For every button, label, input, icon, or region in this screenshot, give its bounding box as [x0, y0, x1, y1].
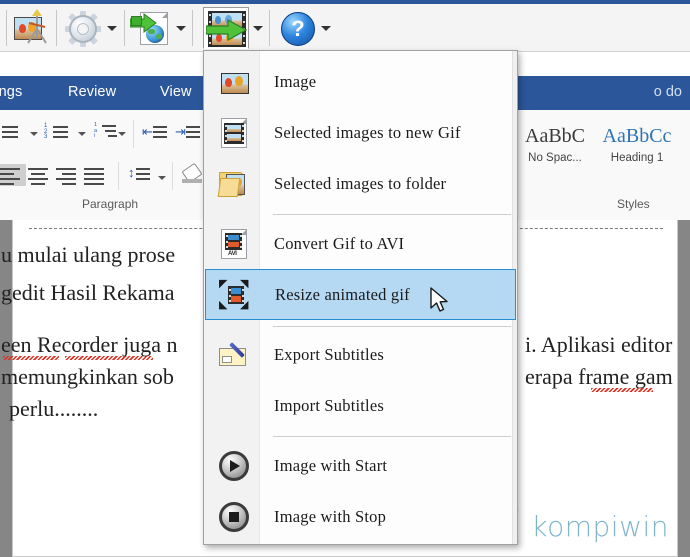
menu-item-label: Image with Start [274, 455, 388, 475]
divider [269, 10, 270, 46]
document-text-line: gedit Hasil Rekama [1, 280, 175, 305]
avi-label: AVI [228, 250, 237, 257]
watermark-text: kompiwin [531, 509, 669, 543]
style-heading-1[interactable]: AaBbCс Heading 1 [600, 122, 674, 178]
help-chevron-down-icon[interactable] [321, 26, 331, 31]
ribbon-group-label-paragraph: Paragraph [82, 197, 139, 211]
divider [192, 10, 193, 46]
publish-to-web-button[interactable] [130, 7, 174, 49]
ribbon-tab-view[interactable]: View [160, 84, 192, 100]
style-preview-text: AaBbC [525, 125, 585, 147]
spellcheck-squiggle [591, 388, 653, 392]
menu-item-selected-images-to-folder[interactable]: Selected images to folder [205, 158, 516, 209]
resize-handle-nw-icon: ◤ [219, 276, 228, 290]
ribbon-tab-review[interactable]: Review [68, 84, 116, 100]
document-text-line: perlu........ [9, 396, 99, 421]
settings-button[interactable] [62, 7, 106, 49]
gear-icon [65, 11, 101, 47]
avi-page-icon: AVI [218, 228, 250, 260]
export-gif-dropdown-menu[interactable]: Image Selected images to new Gif Selecte… [203, 50, 518, 545]
settings-chevron-down-icon[interactable] [107, 26, 117, 31]
easel-stand-icon [27, 9, 47, 44]
divider [133, 120, 134, 148]
bars-icon [131, 16, 142, 26]
ribbon-tab-mailings[interactable]: lings [0, 84, 22, 100]
bullet-list-chevron-down-icon[interactable] [30, 132, 38, 136]
menu-separator [273, 214, 511, 215]
divider [56, 10, 57, 46]
menu-item-label: Image with Stop [274, 506, 387, 526]
document-text-line: i. Aplikasi editor [525, 332, 673, 357]
spellcheck-squiggle [3, 356, 59, 360]
menu-item-label: Selected images to folder [274, 173, 447, 193]
resize-handle-ne-icon: ◥ [240, 276, 249, 290]
document-text-line: een Recorder juga n [1, 332, 178, 357]
menu-item-selected-images-to-new-gif[interactable]: Selected images to new Gif [205, 107, 516, 158]
divider [6, 10, 7, 46]
menu-item-image[interactable]: Image [205, 56, 516, 107]
menu-item-image-with-stop[interactable]: Image with Stop [205, 491, 516, 542]
menu-item-import-subtitles[interactable]: Import Subtitles [205, 380, 516, 431]
subtitle-edit-icon [218, 339, 250, 371]
multilevel-list-chevron-down-icon[interactable] [118, 132, 126, 136]
question-mark-icon: ? [281, 12, 315, 46]
menu-item-label: Convert Gif to AVI [274, 233, 405, 253]
menu-separator [273, 436, 511, 437]
menu-item-label: Image [274, 71, 317, 91]
menu-item-image-with-start[interactable]: Image with Start [205, 440, 516, 491]
green-arrow-icon [206, 18, 248, 42]
publish-chevron-down-icon[interactable] [176, 26, 186, 31]
film-page-icon [218, 117, 250, 149]
style-no-spacing[interactable]: AaBbC No Spac... [518, 122, 592, 178]
folder-image-icon [217, 168, 250, 200]
tell-me-box[interactable]: o do [654, 84, 682, 100]
document-text-line: erapa frame gam [525, 364, 673, 389]
play-circle-icon [218, 450, 250, 482]
export-gif-button[interactable] [203, 7, 249, 49]
resize-handle-se-icon: ◢ [240, 297, 249, 311]
menu-separator [273, 326, 511, 327]
spellcheck-squiggle [65, 356, 153, 360]
resize-gif-icon: ◤ ◥ ◣ ◢ [219, 276, 251, 311]
divider [172, 162, 173, 190]
menu-item-resize-animated-gif[interactable]: ◤ ◥ ◣ ◢ Resize animated gif [205, 269, 516, 320]
style-preview-text: AaBbCс [602, 125, 672, 147]
style-name-label: Heading 1 [610, 152, 664, 164]
menu-item-convert-gif-to-avi[interactable]: AVI Convert Gif to AVI [205, 218, 516, 269]
style-name-label: No Spac... [528, 152, 582, 164]
numbered-list-chevron-down-icon[interactable] [78, 132, 86, 136]
stop-circle-icon [218, 501, 250, 533]
menu-item-label: Export Subtitles [274, 344, 384, 364]
document-text-line: memungkinkan sob [1, 364, 174, 389]
app-toolbar: ? [0, 4, 690, 51]
menu-item-export-subtitles[interactable]: Export Subtitles [205, 329, 516, 380]
document-text-line: u mulai ulang prose [1, 242, 176, 267]
menu-item-label: Resize animated gif [275, 284, 410, 304]
screenshot-root: lings Review View o do 123 1ai [0, 0, 690, 557]
export-gif-chevron-down-icon[interactable] [253, 26, 263, 31]
divider [124, 10, 125, 46]
line-spacing-chevron-down-icon[interactable] [158, 176, 166, 180]
ribbon-group-label-styles: Styles [617, 197, 650, 211]
menu-item-label: Selected images to new Gif [274, 122, 461, 142]
photo-icon [218, 66, 250, 98]
menu-item-label: Import Subtitles [274, 395, 384, 415]
divider [118, 162, 119, 190]
help-button[interactable]: ? [276, 7, 320, 49]
resize-handle-sw-icon: ◣ [219, 297, 228, 311]
mouse-cursor [430, 287, 448, 312]
capture-editor-button[interactable] [12, 7, 56, 49]
